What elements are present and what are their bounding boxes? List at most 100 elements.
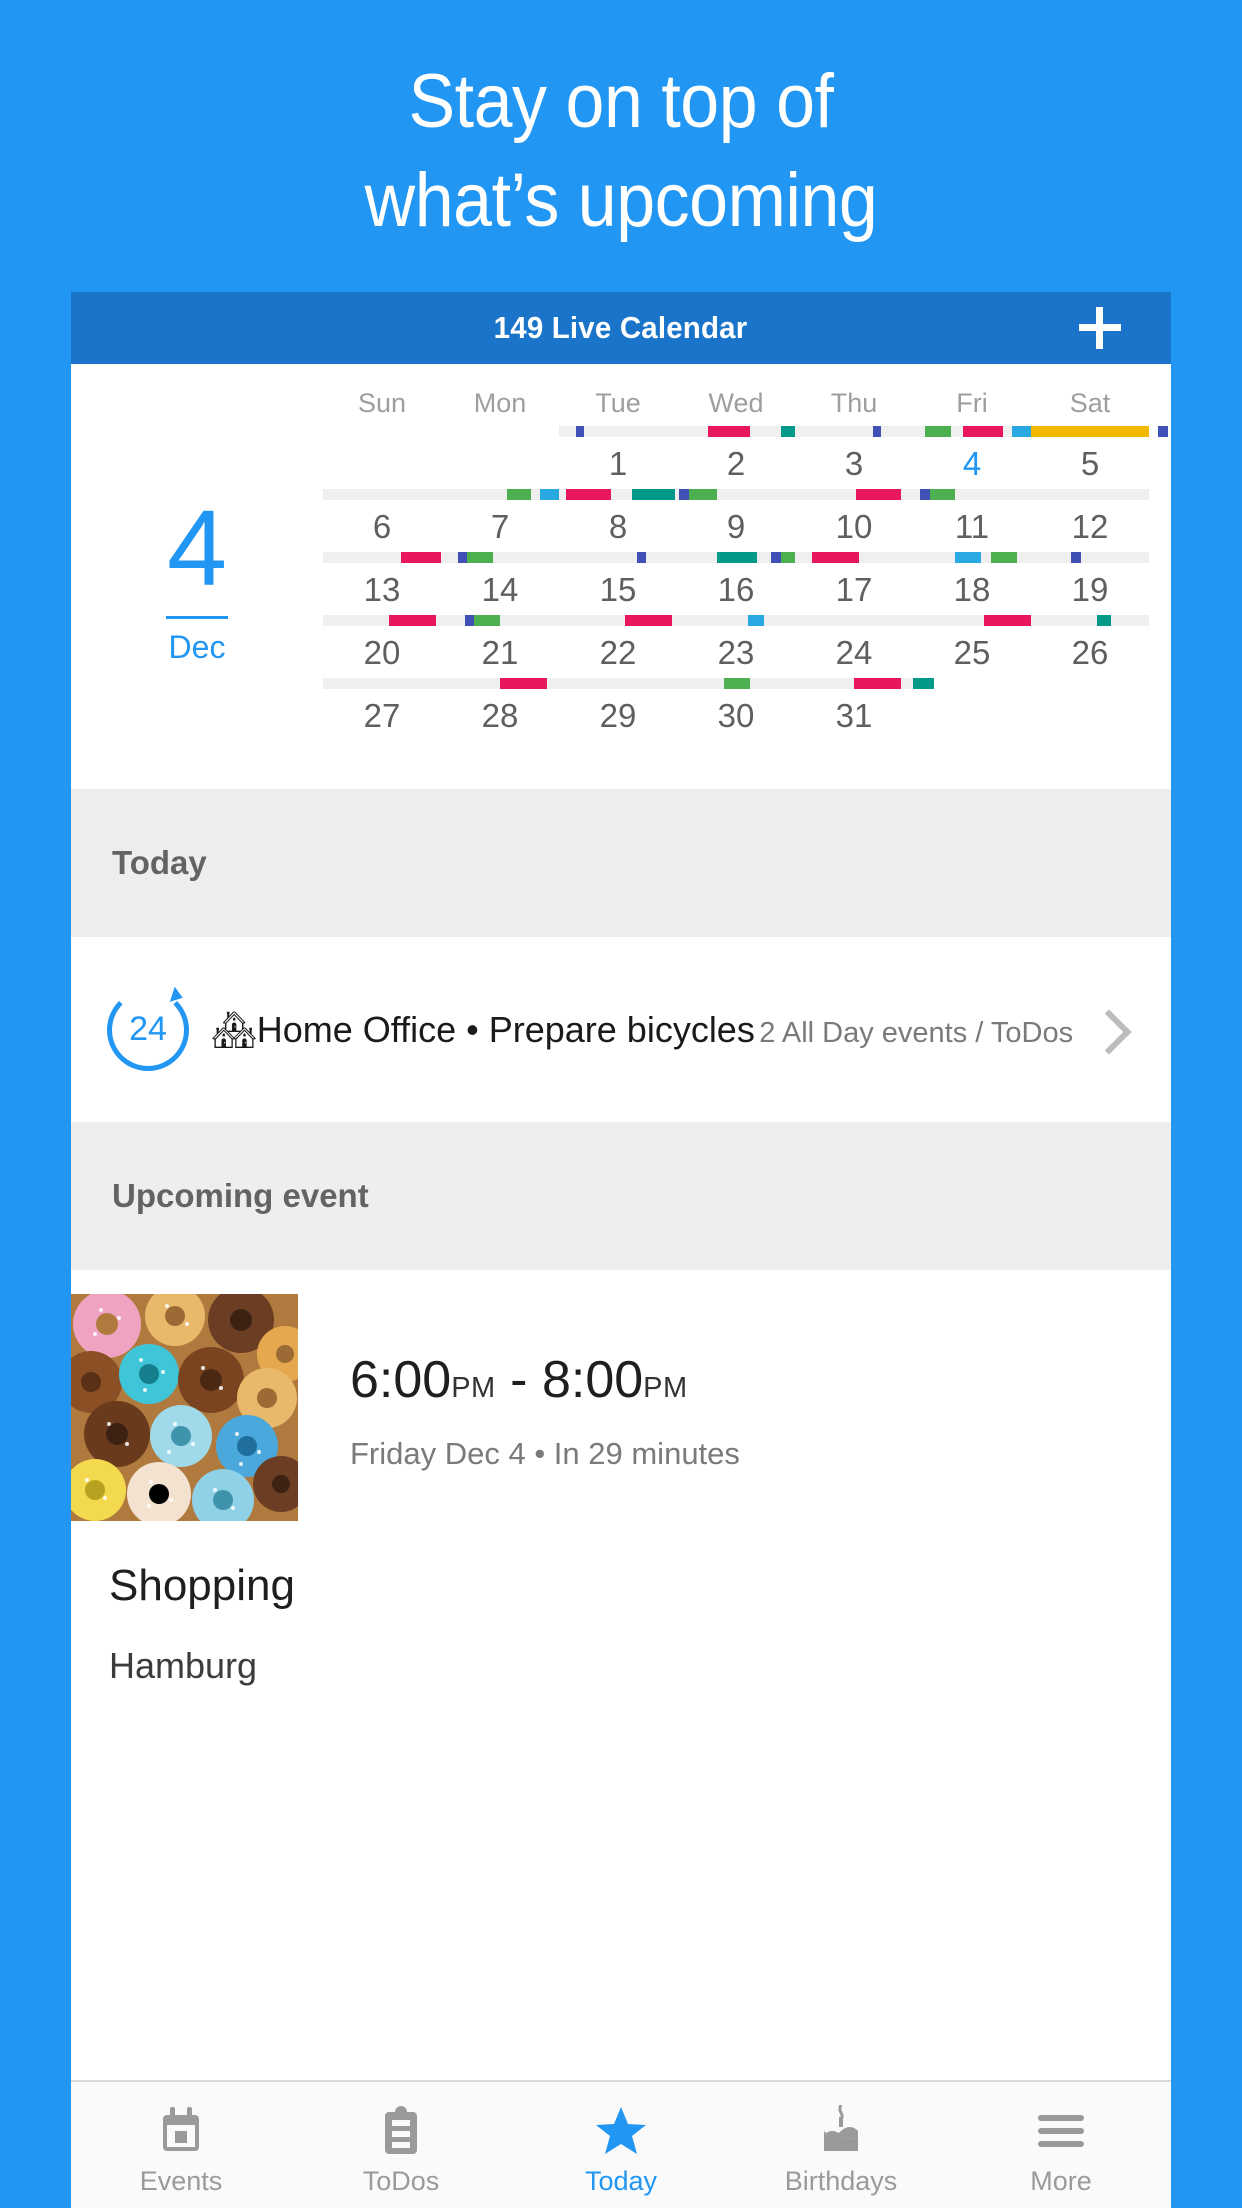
start-ampm: PM [451, 1372, 496, 1404]
event-marker [1031, 426, 1149, 437]
calendar-day-5[interactable]: 5 [1031, 439, 1149, 488]
selected-day-number: 4 [166, 486, 228, 608]
calendar-day-9[interactable]: 9 [677, 502, 795, 551]
tab-label: Today [584, 2165, 658, 2196]
event-indicator-cell [795, 489, 954, 500]
event-indicator-cell [913, 615, 1031, 626]
bottom-tab-bar[interactable]: Events ToDos Today Birthdays More [71, 2080, 1171, 2208]
tab-todos[interactable]: ToDos [291, 2082, 511, 2208]
calendar-week-row[interactable]: 27 28 29 30 31 [323, 691, 1149, 740]
upcoming-info: 6:00PM - 8:00PM Friday Dec 4 • In 29 min… [298, 1294, 1171, 1521]
event-marker [707, 426, 751, 437]
upcoming-event-place: Hamburg [109, 1645, 258, 1686]
calendar-day-17[interactable]: 17 [795, 565, 913, 614]
event-indicator-cell [441, 615, 559, 626]
calendar-day-6[interactable]: 6 [323, 502, 441, 551]
tab-birthdays[interactable]: Birthdays [731, 2082, 951, 2208]
calendar-day-10[interactable]: 10 [795, 502, 913, 551]
calendar-day-21[interactable]: 21 [441, 628, 559, 677]
event-marker [566, 489, 611, 500]
calendar-day-2[interactable]: 2 [677, 439, 795, 488]
event-indicator-cell [677, 678, 795, 689]
calendar-day-12[interactable]: 12 [1031, 502, 1149, 551]
upcoming-time-range: 6:00PM - 8:00PM [350, 1352, 1171, 1416]
headline-line-2: what’s upcoming [364, 158, 878, 243]
upcoming-section-label: Upcoming event [112, 1177, 369, 1214]
calendar-day-3[interactable]: 3 [795, 439, 913, 488]
calendar-day-15[interactable]: 15 [559, 565, 677, 614]
event-indicator-cell [1031, 426, 1168, 437]
event-indicator-cell [1031, 552, 1149, 563]
calendar-week-row[interactable]: 13 14 15 16 17 18 19 [323, 565, 1149, 614]
calendar-weeks[interactable]: 1 2 3 4 5 6 7 8 9 10 11 12 13 14 15 16 17 18 19 20 21 22 23 24 2… [323, 426, 1168, 740]
date-divider [166, 615, 228, 619]
calendar-day-7[interactable]: 7 [441, 502, 559, 551]
event-indicator-cell [795, 678, 935, 689]
calendar-day-empty [913, 691, 1031, 740]
event-indicator-cell [559, 426, 677, 437]
upcoming-event-card[interactable]: 6:00PM - 8:00PM Friday Dec 4 • In 29 min… [71, 1270, 1171, 1687]
calendar-week-row[interactable]: 6 7 8 9 10 11 12 [323, 502, 1149, 551]
weekday-label-fri: Fri [956, 388, 988, 418]
calendar-day-27[interactable]: 27 [323, 691, 441, 740]
event-indicator-cell [559, 552, 677, 563]
event-indicator-cell [323, 426, 441, 437]
event-indicator-cell [441, 552, 559, 563]
calendar-day-30[interactable]: 30 [677, 691, 795, 740]
month-calendar[interactable]: 4 Dec Sun Mon Tue Wed Thu Fri Sat 1 2 3 4 5 6 7 8 9 10 1… [71, 364, 1171, 789]
calendar-day-empty [1031, 691, 1149, 740]
calendar-day-1[interactable]: 1 [559, 439, 677, 488]
calendar-day-28[interactable]: 28 [441, 691, 559, 740]
event-marker [962, 426, 1003, 437]
today-event-row[interactable]: 24 🏘Home Office • Prepare bicycles 2 All… [71, 937, 1171, 1122]
event-marker [625, 615, 673, 626]
event-indicator-row [323, 552, 1149, 563]
calendar-day-26[interactable]: 26 [1031, 628, 1149, 677]
calendar-grid[interactable]: Sun Mon Tue Wed Thu Fri Sat 1 2 3 4 5 6 7 8 9 10 11 12 13 1… [323, 364, 1171, 789]
event-marker [771, 552, 781, 563]
calendar-day-29[interactable]: 29 [559, 691, 677, 740]
event-marker [983, 615, 1031, 626]
event-marker [929, 489, 956, 500]
weekday-label-sun: Sun [357, 388, 407, 418]
calendar-day-20[interactable]: 20 [323, 628, 441, 677]
all-day-24-icon: 24 [107, 986, 189, 1071]
chevron-right-icon[interactable] [1087, 1010, 1127, 1050]
calendar-day-4[interactable]: 4 [913, 439, 1031, 488]
event-marker [466, 552, 493, 563]
event-marker [1071, 552, 1081, 563]
tab-more[interactable]: More [951, 2082, 1171, 2208]
upcoming-event-title: Shopping [109, 1561, 295, 1610]
plus-icon[interactable] [1079, 307, 1121, 349]
calendar-day-16[interactable]: 16 [677, 565, 795, 614]
calendar-day-8[interactable]: 8 [559, 502, 677, 551]
promo-headline: Stay on top of what’s upcoming [50, 0, 1193, 250]
tab-events[interactable]: Events [71, 2082, 291, 2208]
selected-month-label: Dec [168, 628, 226, 665]
calendar-week-row[interactable]: 20 21 22 23 24 25 26 [323, 628, 1149, 677]
event-indicator-cell [323, 552, 446, 563]
calendar-day-13[interactable]: 13 [323, 565, 441, 614]
event-indicator-cell [441, 489, 564, 500]
event-marker [389, 615, 437, 626]
calendar-day-24[interactable]: 24 [795, 628, 913, 677]
event-marker [747, 615, 765, 626]
calendar-day-empty [323, 439, 441, 488]
calendar-icon [159, 2102, 203, 2160]
calendar-day-23[interactable]: 23 [677, 628, 795, 677]
event-indicator-cell [1031, 678, 1149, 689]
calendar-day-14[interactable]: 14 [441, 565, 559, 614]
calendar-day-18[interactable]: 18 [913, 565, 1031, 614]
calendar-day-22[interactable]: 22 [559, 628, 677, 677]
calendar-day-11[interactable]: 11 [913, 502, 1031, 551]
calendar-week-row[interactable]: 12345 [323, 439, 1149, 488]
event-marker [1097, 615, 1112, 626]
tab-today[interactable]: Today [511, 2082, 731, 2208]
event-marker [400, 552, 446, 563]
event-marker [464, 615, 475, 626]
headline-line-1: Stay on top of [408, 59, 834, 144]
event-marker [856, 489, 902, 500]
calendar-day-31[interactable]: 31 [795, 691, 913, 740]
calendar-day-25[interactable]: 25 [913, 628, 1031, 677]
calendar-day-19[interactable]: 19 [1031, 565, 1149, 614]
